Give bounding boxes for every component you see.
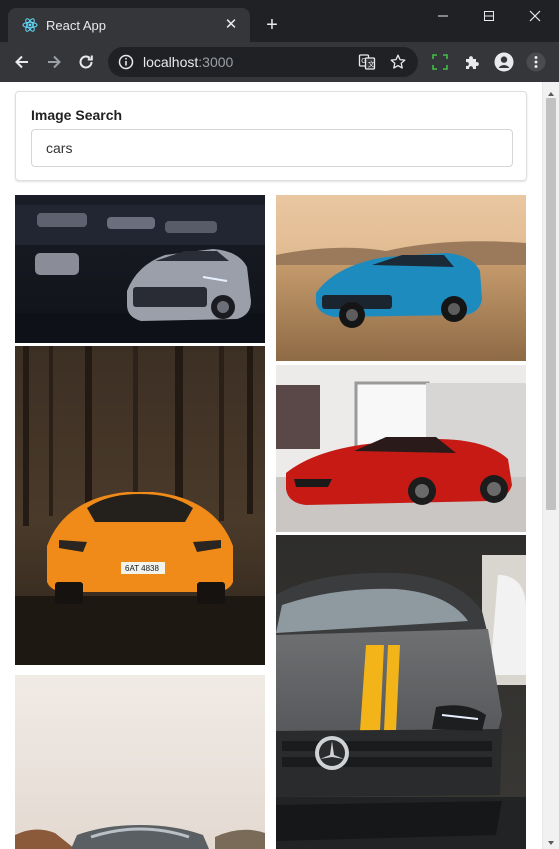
result-image-grey-mercedes[interactable] [276,535,526,849]
window-close-icon[interactable] [512,0,558,32]
scroll-up-icon[interactable] [546,86,556,96]
profile-icon[interactable] [492,50,516,74]
minimize-icon[interactable] [420,0,466,32]
star-icon[interactable] [389,53,407,71]
extension-icon[interactable] [428,50,452,74]
search-card: Image Search [15,91,527,181]
result-image-red-ferrari[interactable] [276,365,526,532]
url-host: localhost [143,54,199,70]
svg-text:G: G [361,58,366,65]
search-input[interactable] [31,129,513,167]
svg-text:文: 文 [368,60,375,69]
search-label: Image Search [31,107,123,123]
url-text: localhost:3000 [143,54,233,70]
svg-text:6AT 4838: 6AT 4838 [125,564,160,573]
react-logo-icon [22,17,38,33]
close-icon[interactable]: ✕ [222,16,240,34]
browser-tab-react-app[interactable]: React App ✕ [8,8,250,42]
translate-icon[interactable]: G文 [358,53,376,71]
plus-icon[interactable]: + [262,15,282,35]
result-image-silver-car[interactable] [15,675,265,849]
address-bar[interactable]: localhost:3000 G文 [108,47,418,77]
browser-toolbar: localhost:3000 G文 [0,42,559,82]
info-icon[interactable] [118,54,134,70]
maximize-icon[interactable] [466,0,512,32]
reload-icon[interactable] [74,50,98,74]
scrollbar-thumb[interactable] [546,98,556,510]
result-image-orange-lamborghini[interactable]: 6AT 4838 [15,346,265,665]
scroll-down-icon[interactable] [546,835,556,845]
page-viewport: Image Search cars 6AT 4838 [0,82,559,849]
page-scrollbar[interactable] [542,82,559,849]
forward-icon[interactable] [42,50,66,74]
url-port: :3000 [198,54,234,70]
result-image-grey-camaro[interactable] [15,195,265,343]
puzzle-icon[interactable] [460,50,484,74]
tab-title: React App [46,18,106,33]
result-image-blue-camaro[interactable] [276,195,526,361]
back-icon[interactable] [10,50,34,74]
menu-icon[interactable] [524,50,548,74]
